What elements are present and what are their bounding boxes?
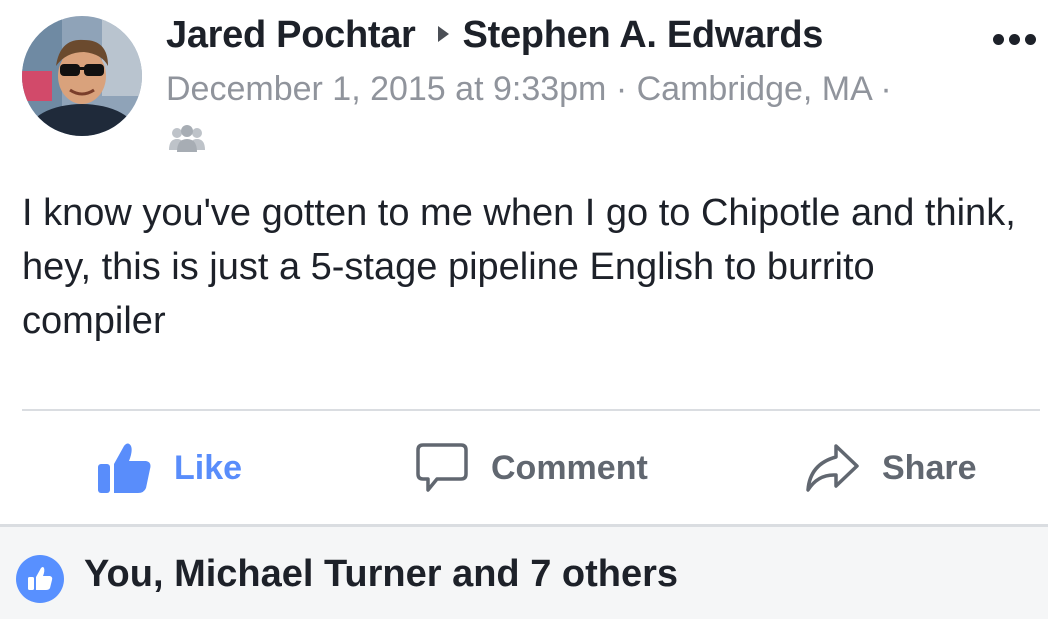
thumbs-up-icon: [16, 555, 64, 603]
comment-icon: [416, 443, 468, 492]
recipient-name[interactable]: Stephen A. Edwards: [463, 14, 824, 56]
reactions-summary[interactable]: You, Michael Turner and 7 others: [0, 524, 1048, 619]
triangle-right-icon: [437, 26, 449, 42]
share-icon: [806, 444, 859, 492]
like-button[interactable]: Like: [98, 438, 242, 498]
more-options-icon[interactable]: [993, 34, 1036, 45]
author-name[interactable]: Jared Pochtar: [166, 14, 416, 56]
comment-button[interactable]: Comment: [415, 438, 648, 498]
post-timestamp[interactable]: December 1, 2015 at 9:33pm: [166, 70, 606, 108]
like-label: Like: [174, 448, 243, 487]
post-text: I know you've gotten to me when I go to …: [22, 192, 1016, 342]
post-header: Jared Pochtar Stephen A. Edwards: [166, 14, 823, 57]
friends-icon[interactable]: [168, 124, 206, 157]
reactions-text[interactable]: You, Michael Turner and 7 others: [84, 553, 678, 596]
share-button[interactable]: Share: [804, 438, 977, 498]
post-meta: December 1, 2015 at 9:33pm · Cambridge, …: [166, 70, 892, 109]
action-bar: Like Comment Share: [0, 412, 1048, 524]
author-avatar[interactable]: [22, 16, 142, 136]
meta-separator: ·: [880, 70, 892, 108]
comment-label: Comment: [491, 448, 648, 487]
post-location[interactable]: Cambridge, MA: [637, 70, 871, 108]
share-label: Share: [882, 448, 977, 487]
post-card: Jared Pochtar Stephen A. Edwards December…: [0, 0, 1048, 619]
divider: [22, 409, 1040, 411]
meta-separator: ·: [615, 70, 628, 108]
thumbs-up-icon: [98, 443, 151, 493]
